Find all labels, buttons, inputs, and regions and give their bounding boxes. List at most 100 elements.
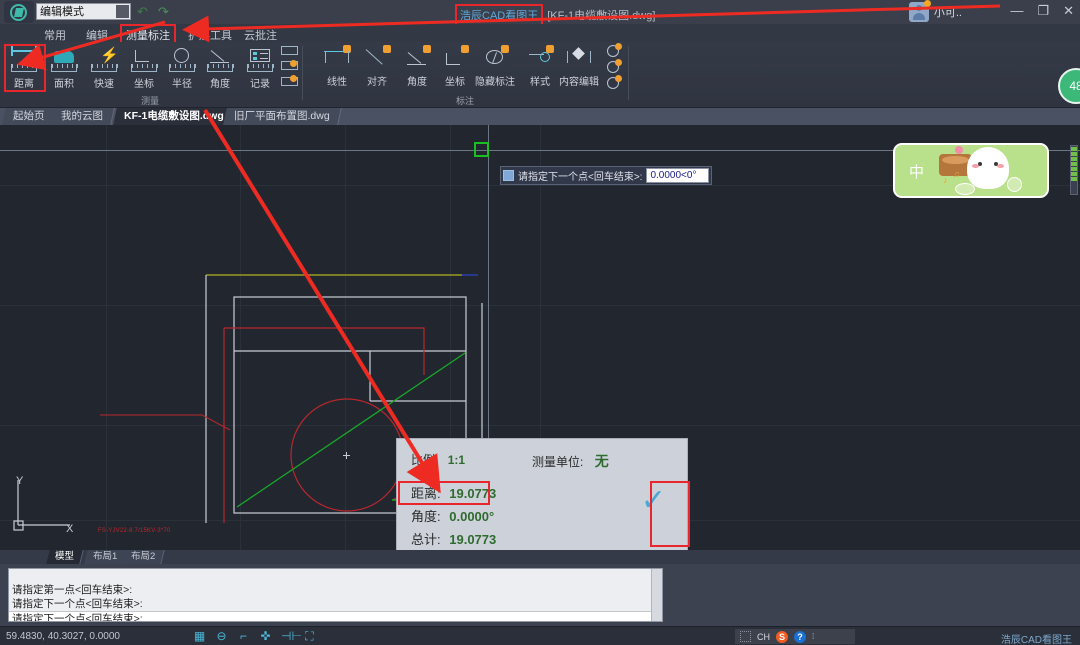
tool-edit-content[interactable]: 内容编辑 <box>553 45 605 95</box>
ime-skin-widget[interactable]: 中 ♪ ♫ <box>893 143 1049 198</box>
tool-coordinate-label: 坐标 <box>134 75 154 90</box>
ime-tray[interactable]: CH S ? ⁞ <box>735 629 855 644</box>
document-tab-bar: 起始页 我的云图 KF-1电缆敷设图.dwg 旧厂平面布置图.dwg <box>0 108 1080 125</box>
ribbon-group-annotate: 线性 对齐 角度 坐标 <box>305 42 625 108</box>
tool-angle-label: 角度 <box>210 75 230 90</box>
unit-label: 测量单位: <box>532 455 583 469</box>
tool-radius-label: 半径 <box>172 75 192 90</box>
unit-value: 无 <box>595 453 609 469</box>
measurement-result-panel: 比例: 1:1 测量单位: 无 距离: 19.0773 角度: 0.0000° … <box>396 438 688 554</box>
redo-icon[interactable]: ↷ <box>158 6 169 18</box>
osnap-icon[interactable]: ✜ <box>259 630 272 643</box>
linear-dim-icon <box>322 45 352 71</box>
confirm-button[interactable]: ✓ <box>626 473 681 528</box>
close-button[interactable]: ✕ <box>1063 1 1074 21</box>
sogou-icon[interactable]: S <box>776 631 788 643</box>
tool-coordinate[interactable]: 坐标 <box>124 45 164 95</box>
doc-tab-my-cloud[interactable]: 我的云图 <box>50 108 115 125</box>
command-input-row[interactable]: 请指定下一个点<回车结束>: <box>9 611 662 622</box>
chevron-down-icon[interactable] <box>116 5 129 18</box>
quick-measure-icon: ⚡ <box>89 45 119 73</box>
dynamic-input-field[interactable]: 0.0000<0° <box>646 168 709 183</box>
tool-record[interactable]: 记录 <box>240 45 280 95</box>
tool-hide-dim[interactable]: 隐藏标注 <box>469 45 521 95</box>
dynamic-input-tooltip[interactable]: 请指定下一个点<回车结束>: 0.0000<0° <box>500 166 712 185</box>
annotate-extra-stack[interactable] <box>607 45 623 95</box>
ime-side-strip[interactable] <box>1070 145 1078 195</box>
avatar[interactable] <box>909 2 929 22</box>
ime-keyboard-icon[interactable] <box>740 631 751 642</box>
ribbon-group-annotate-label: 标注 <box>305 94 625 107</box>
tool-aligned-dim[interactable]: 对齐 <box>357 45 397 95</box>
tool-hide-dim-label: 隐藏标注 <box>475 73 515 88</box>
ribbon-group-measure-label: 测量 <box>0 94 300 107</box>
app-logo <box>4 1 34 23</box>
tool-area-label: 面积 <box>54 75 74 90</box>
layout-tab-2[interactable]: 布局2 <box>122 550 165 564</box>
tool-radius[interactable]: 半径 <box>162 45 202 95</box>
aligned-dim-icon <box>362 45 392 71</box>
layout-tab-bar: 模型 布局1 布局2 <box>0 550 1080 564</box>
fullscreen-icon[interactable]: ⛶ <box>303 630 316 643</box>
command-row: 请指定下一个点<回车结束>: <box>9 597 662 611</box>
cable-label: FS-YJV22-8.7/15KV-3*70 <box>98 528 170 534</box>
doc-tab-old-plant[interactable]: 旧厂平面布置图.dwg <box>223 108 341 125</box>
distance-row: 距离: 19.0773 <box>411 483 496 502</box>
undo-icon[interactable]: ↶ <box>137 6 148 18</box>
ortho-icon[interactable]: ⌐ <box>237 630 250 643</box>
tool-angular-dim[interactable]: 角度 <box>397 45 437 95</box>
scale-row: 比例: 1:1 <box>411 451 465 468</box>
grid-icon[interactable]: ▦ <box>193 630 206 643</box>
avatar-notification-dot <box>924 0 931 7</box>
tool-aligned-label: 对齐 <box>367 73 387 88</box>
doc-tab-kf1[interactable]: KF-1电缆敷设图.dwg <box>113 108 235 125</box>
command-history[interactable]: 请指定第一点<回车结束>: 请指定下一个点<回车结束>: 请指定下一个点<回车结… <box>8 568 663 622</box>
measure-extra-stack[interactable] <box>281 46 299 94</box>
title-text-group: 浩辰CAD看图王 [KF-1电缆敷设图.dwg] <box>455 4 655 26</box>
distance-label: 距离: <box>411 486 441 501</box>
mini-badge-3 <box>615 43 622 50</box>
mini-badge-4 <box>615 59 622 66</box>
tool-ordinate-label: 坐标 <box>445 73 465 88</box>
doc-tab-start[interactable]: 起始页 <box>2 108 56 125</box>
ribbon-separator-2 <box>628 46 629 100</box>
ime-mode-char[interactable]: 中 <box>909 161 924 182</box>
ime-more-icon[interactable]: ⁞ <box>812 632 814 641</box>
polar-icon[interactable]: ⊣⊢ <box>281 630 294 643</box>
tool-record-label: 记录 <box>250 75 270 90</box>
minimize-button[interactable]: — <box>1010 1 1023 21</box>
zoom-icon[interactable]: ⊖ <box>215 630 228 643</box>
hide-dim-icon <box>480 45 510 71</box>
edit-mode-select[interactable]: 编辑模式 <box>36 3 131 20</box>
tool-area[interactable]: 面积 <box>44 45 84 95</box>
ime-language-label[interactable]: CH <box>757 632 770 642</box>
mini-ruler-icon-1[interactable] <box>281 46 298 55</box>
tool-quick-measure[interactable]: ⚡ 快速 <box>84 45 124 95</box>
total-value: 19.0773 <box>449 532 496 547</box>
ucs-x-label: X <box>66 523 73 535</box>
app-logo-icon <box>10 4 27 21</box>
ordinate-dim-icon <box>440 45 470 71</box>
tool-edit-content-label: 内容编辑 <box>559 73 599 88</box>
distance-icon <box>9 45 39 73</box>
user-account-area[interactable]: 小可.. <box>909 2 962 22</box>
tool-angle[interactable]: 角度 <box>200 45 240 95</box>
help-icon[interactable]: ? <box>794 631 806 643</box>
document-title: [KF-1电缆敷设图.dwg] <box>547 7 655 23</box>
mini-badge-2 <box>290 75 297 82</box>
scale-label: 比例: <box>411 453 438 467</box>
command-scrollbar[interactable] <box>651 569 662 622</box>
music-note-icon: ♪ <box>943 175 948 185</box>
maximize-button[interactable]: ❐ <box>1037 1 1049 21</box>
layout-tab-1[interactable]: 布局1 <box>84 550 127 564</box>
mini-badge-1 <box>290 60 297 67</box>
angle-label: 角度: <box>411 509 441 524</box>
layout-tab-model[interactable]: 模型 <box>46 550 84 564</box>
command-row: 请指定第一点<回车结束>: <box>9 583 662 597</box>
tool-linear-dim[interactable]: 线性 <box>317 45 357 95</box>
status-toggle-group: ▦ ⊖ ⌐ ✜ ⊣⊢ ⛶ <box>193 630 316 643</box>
status-bar: 59.4830, 40.3027, 0.0000 ▦ ⊖ ⌐ ✜ ⊣⊢ ⛶ CH… <box>0 626 1080 645</box>
radius-icon <box>167 45 197 73</box>
tool-distance[interactable]: 距离 <box>4 45 44 95</box>
dyninput-icon <box>503 170 514 181</box>
